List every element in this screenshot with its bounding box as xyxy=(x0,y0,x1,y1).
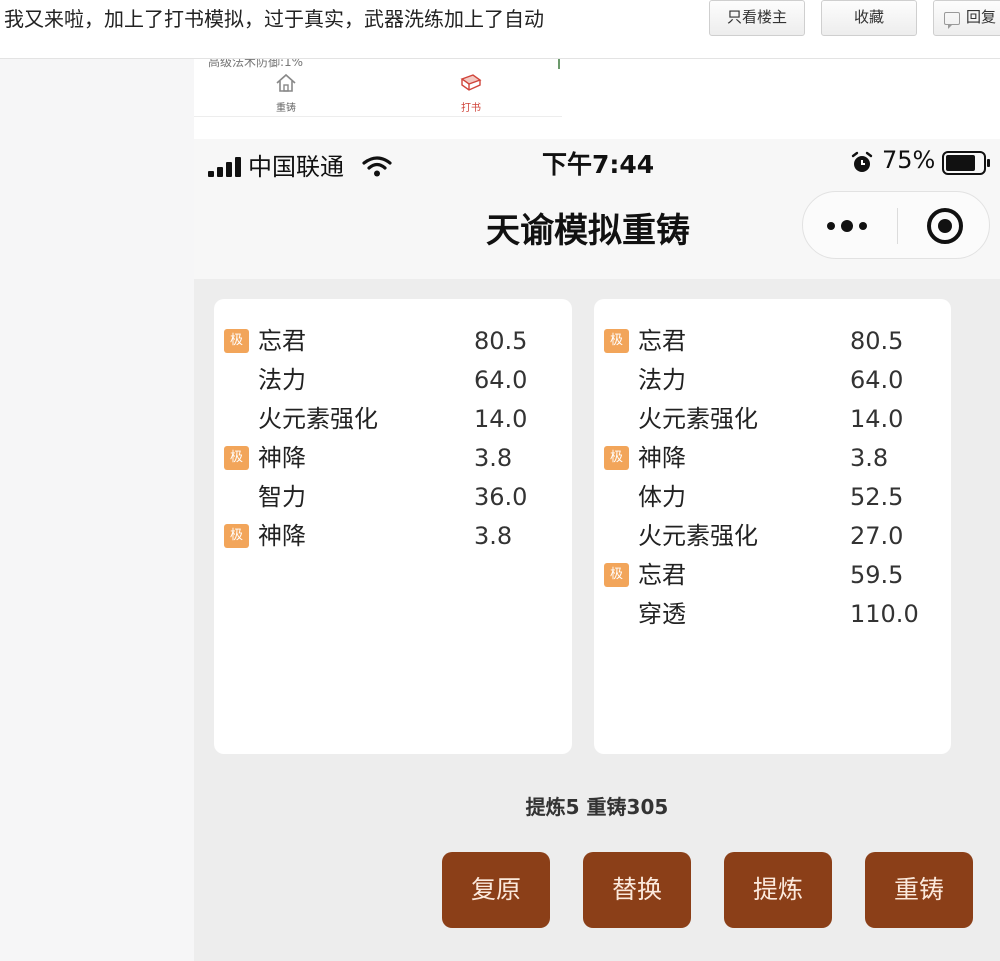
attribute-value: 64.0 xyxy=(850,366,904,394)
attribute-row: 体力 52.5 xyxy=(594,481,951,513)
extreme-badge: 极 xyxy=(224,446,249,470)
attribute-value: 3.8 xyxy=(850,444,889,472)
extreme-badge: 极 xyxy=(604,329,629,353)
attribute-row: 极 忘君 59.5 xyxy=(594,559,951,591)
attribute-value: 14.0 xyxy=(850,405,904,433)
more-dots-icon[interactable] xyxy=(825,218,871,234)
attribute-row: 极 神降 3.8 xyxy=(214,442,572,474)
restore-button[interactable]: 复原 xyxy=(442,852,550,928)
attribute-name: 忘君 xyxy=(638,327,686,355)
only-op-button[interactable]: 只看楼主 xyxy=(709,0,805,36)
recast-attributes-card: 极 忘君 80.5 法力 64.0 火元素强化 14.0 极 神降 3.8 体力… xyxy=(594,299,951,754)
attribute-row: 法力 64.0 xyxy=(594,364,951,396)
capsule-separator xyxy=(897,208,898,244)
prev-tab-book: 打书 xyxy=(441,73,501,114)
reply-button[interactable]: 回复 xyxy=(933,0,1000,36)
attribute-value: 52.5 xyxy=(850,483,904,511)
attribute-value: 80.5 xyxy=(850,327,904,355)
attribute-name: 忘君 xyxy=(638,561,686,589)
replace-button[interactable]: 替换 xyxy=(583,852,691,928)
attribute-row: 穿透 110.0 xyxy=(594,598,951,630)
attribute-name: 神降 xyxy=(258,522,306,550)
attribute-row: 极 忘君 80.5 xyxy=(214,325,572,357)
mini-program-capsule xyxy=(802,191,990,259)
attribute-name: 穿透 xyxy=(638,600,686,628)
close-target-icon[interactable] xyxy=(925,206,965,246)
battery-percentage: 75% xyxy=(882,146,936,174)
previous-screenshot-fragment: 高级法术防御:1% 重铸 打书 xyxy=(194,59,562,117)
attribute-row: 极 忘君 80.5 xyxy=(594,325,951,357)
attribute-name: 智力 xyxy=(258,483,306,511)
attribute-row: 极 神降 3.8 xyxy=(594,442,951,474)
attribute-value: 64.0 xyxy=(474,366,528,394)
attribute-row: 智力 36.0 xyxy=(214,481,572,513)
attribute-row: 火元素强化 27.0 xyxy=(594,520,951,552)
clock: 下午7:44 xyxy=(542,150,655,179)
nav-title: 天谕模拟重铸 xyxy=(486,211,690,251)
attribute-name: 火元素强化 xyxy=(638,522,758,550)
home-icon xyxy=(276,73,296,92)
prev-divider xyxy=(558,59,560,69)
attribute-value: 3.8 xyxy=(474,522,513,550)
attribute-name: 火元素强化 xyxy=(258,405,378,433)
forum-post-page: 我又来啦，加上了打书模拟，过于真实，武器洗练加上了自动 只看楼主 收藏 回复 高… xyxy=(0,0,1000,961)
wifi-icon xyxy=(362,156,392,177)
attribute-row: 极 神降 3.8 xyxy=(214,520,572,552)
battery-icon xyxy=(942,151,990,175)
carrier-name: 中国联通 xyxy=(248,153,344,181)
left-gutter xyxy=(0,59,194,961)
attribute-name: 法力 xyxy=(258,366,306,394)
attribute-name: 体力 xyxy=(638,483,686,511)
prev-tab-recast-label: 重铸 xyxy=(276,103,296,114)
prev-tab-book-label: 打书 xyxy=(461,103,481,114)
attribute-row: 火元素强化 14.0 xyxy=(594,403,951,435)
prev-tab-recast: 重铸 xyxy=(256,73,316,114)
signal-icon xyxy=(208,157,242,177)
recast-button[interactable]: 重铸 xyxy=(865,852,973,928)
attribute-name: 法力 xyxy=(638,366,686,394)
comment-icon xyxy=(944,11,960,29)
attribute-row: 法力 64.0 xyxy=(214,364,572,396)
attribute-value: 80.5 xyxy=(474,327,528,355)
attribute-value: 36.0 xyxy=(474,483,528,511)
extreme-badge: 极 xyxy=(224,329,249,353)
current-attributes-card: 极 忘君 80.5 法力 64.0 火元素强化 14.0 极 神降 3.8 智力… xyxy=(214,299,572,754)
favorite-button[interactable]: 收藏 xyxy=(821,0,917,36)
alarm-icon xyxy=(851,151,873,172)
reply-button-label: 回复 xyxy=(966,9,997,26)
attribute-value: 27.0 xyxy=(850,522,904,550)
extreme-badge: 极 xyxy=(604,446,629,470)
attribute-value: 3.8 xyxy=(474,444,513,472)
phone-screenshot: 中国联通 下午7:44 75% 天谕模拟重铸 极 忘君 80.5 法力 64.0… xyxy=(194,139,1000,961)
attribute-value: 110.0 xyxy=(850,600,919,628)
attribute-name: 神降 xyxy=(638,444,686,472)
prev-cut-text: 高级法术防御:1% xyxy=(208,59,304,69)
attribute-value: 14.0 xyxy=(474,405,528,433)
status-bar: 中国联通 下午7:44 75% xyxy=(194,139,1000,183)
book-icon xyxy=(460,74,482,91)
attribute-name: 火元素强化 xyxy=(638,405,758,433)
attribute-name: 神降 xyxy=(258,444,306,472)
attribute-value: 59.5 xyxy=(850,561,904,589)
extreme-badge: 极 xyxy=(604,563,629,587)
attribute-row: 火元素强化 14.0 xyxy=(214,403,572,435)
refine-button[interactable]: 提炼 xyxy=(724,852,832,928)
extreme-badge: 极 xyxy=(224,524,249,548)
carrier: 中国联通 xyxy=(208,147,392,182)
nav-bar: 天谕模拟重铸 xyxy=(194,183,1000,279)
cost-summary: 提炼5 重铸305 xyxy=(525,795,669,819)
post-title: 我又来啦，加上了打书模拟，过于真实，武器洗练加上了自动 xyxy=(4,7,544,31)
attribute-name: 忘君 xyxy=(258,327,306,355)
